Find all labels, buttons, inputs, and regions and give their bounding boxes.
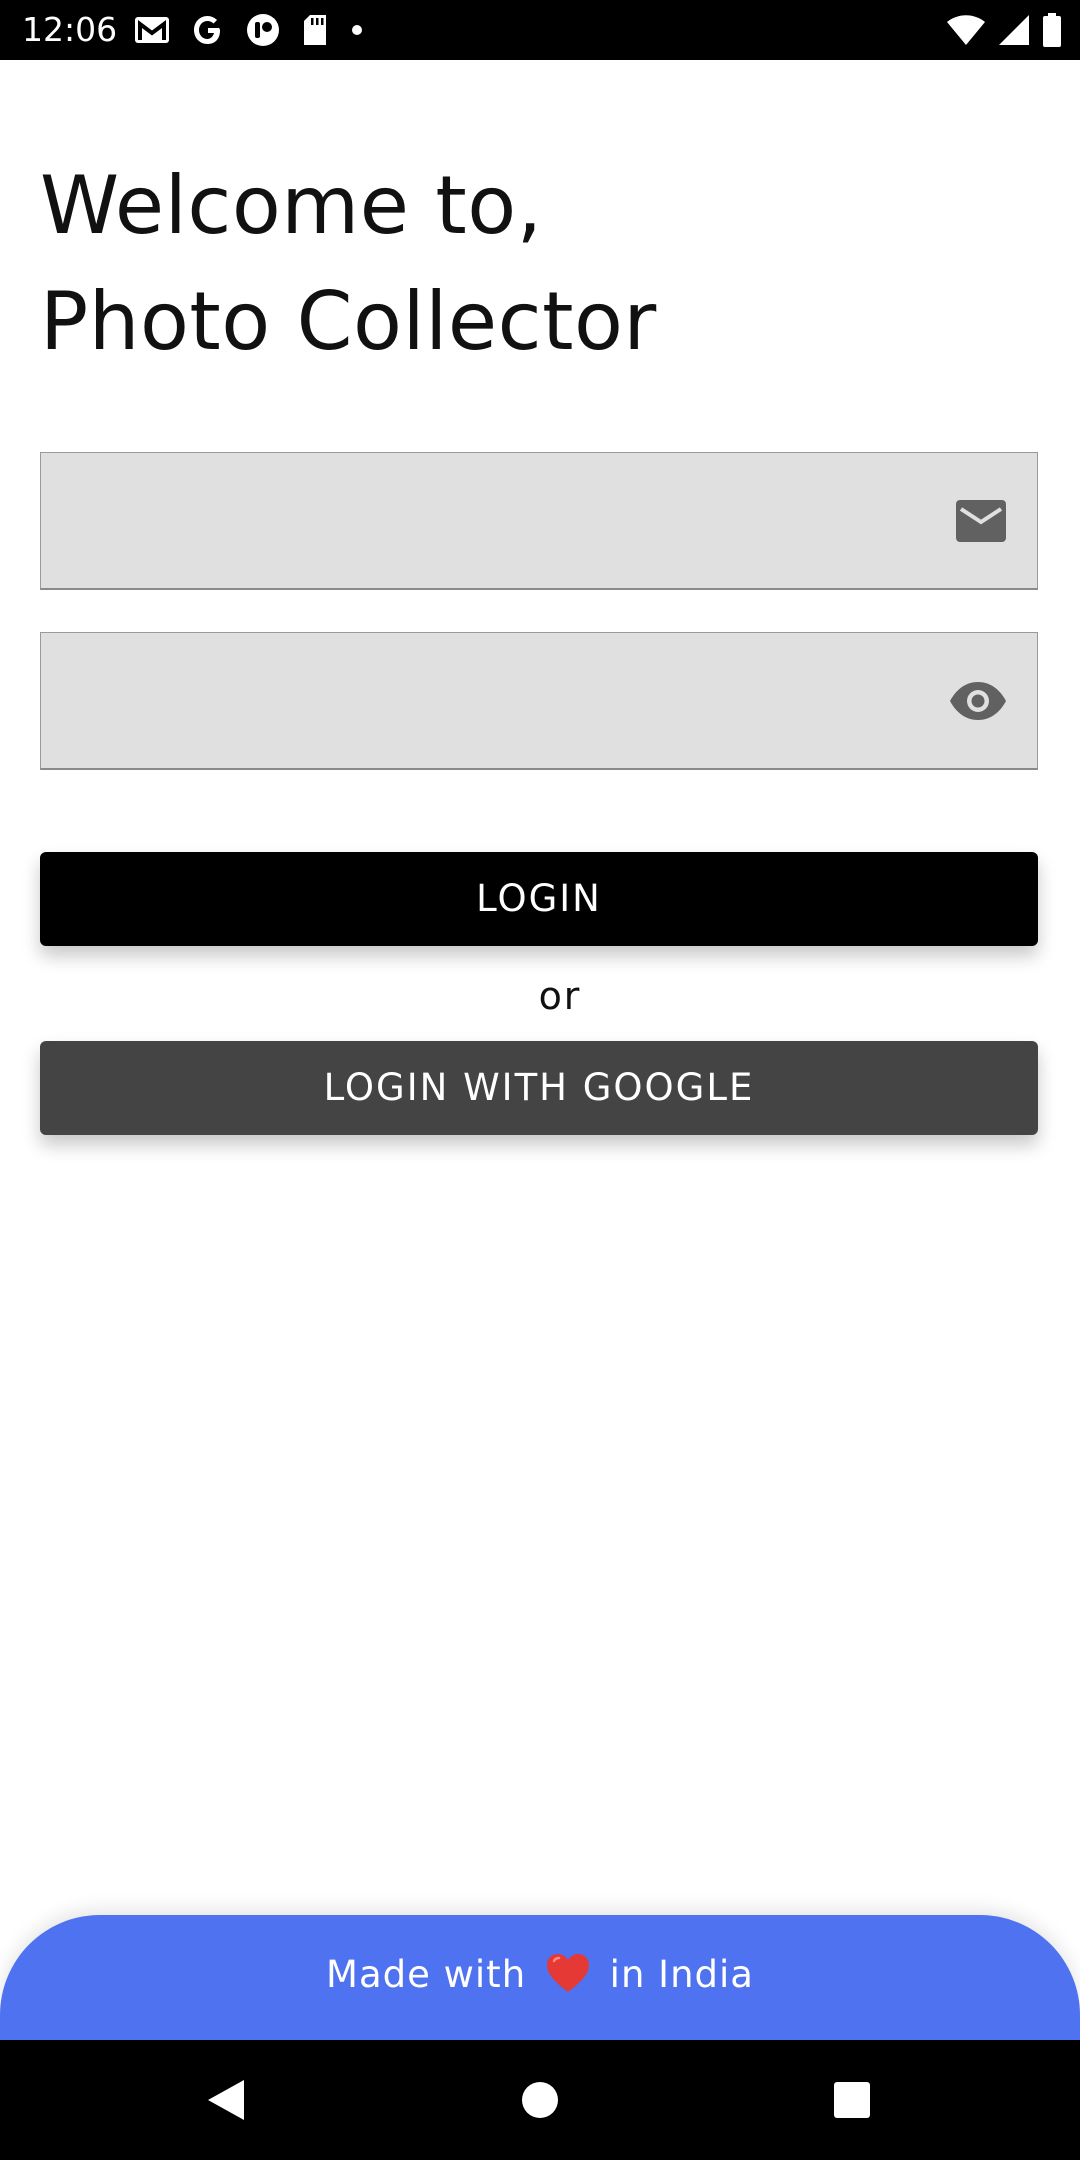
page-title: Welcome to, Photo Collector bbox=[40, 148, 657, 380]
recents-icon bbox=[834, 2082, 870, 2118]
or-separator: or bbox=[538, 974, 582, 1018]
login-with-google-button[interactable]: LOGIN WITH GOOGLE bbox=[40, 1041, 1038, 1135]
gmail-icon bbox=[135, 17, 169, 43]
login-screen: 12:06 Welcome to, Photo Collector LOGIN … bbox=[0, 0, 1080, 2160]
email-input[interactable] bbox=[41, 453, 921, 588]
home-button[interactable] bbox=[480, 2040, 600, 2160]
battery-icon bbox=[1043, 13, 1061, 47]
back-icon bbox=[208, 2080, 244, 2120]
navigation-bar bbox=[0, 2040, 1080, 2160]
login-button[interactable]: LOGIN bbox=[40, 852, 1038, 946]
password-field[interactable] bbox=[40, 632, 1038, 770]
heart-icon bbox=[546, 1953, 589, 1992]
footer-text-after: in India bbox=[609, 1953, 754, 1996]
dot-icon bbox=[352, 25, 362, 35]
app-icon bbox=[247, 14, 279, 46]
back-button[interactable] bbox=[166, 2040, 286, 2160]
status-time: 12:06 bbox=[22, 10, 118, 49]
password-input[interactable] bbox=[41, 633, 921, 768]
eye-icon[interactable] bbox=[949, 681, 1007, 721]
email-field[interactable] bbox=[40, 452, 1038, 590]
notification-icons bbox=[134, 14, 364, 46]
recents-button[interactable] bbox=[792, 2040, 912, 2160]
home-icon bbox=[522, 2082, 558, 2118]
title-line-1: Welcome to, bbox=[40, 159, 543, 252]
google-icon bbox=[194, 16, 220, 44]
wifi-icon bbox=[947, 15, 985, 45]
status-bar: 12:06 bbox=[0, 0, 1080, 60]
system-icons bbox=[946, 12, 1062, 48]
signal-icon bbox=[999, 15, 1029, 45]
sd-card-icon bbox=[304, 15, 326, 45]
footer-text: Made with in India bbox=[0, 1951, 1080, 1999]
mail-icon bbox=[956, 499, 1006, 542]
footer-banner: Made with in India bbox=[0, 1915, 1080, 2040]
title-line-2: Photo Collector bbox=[40, 275, 657, 368]
footer-text-before: Made with bbox=[326, 1953, 527, 1996]
